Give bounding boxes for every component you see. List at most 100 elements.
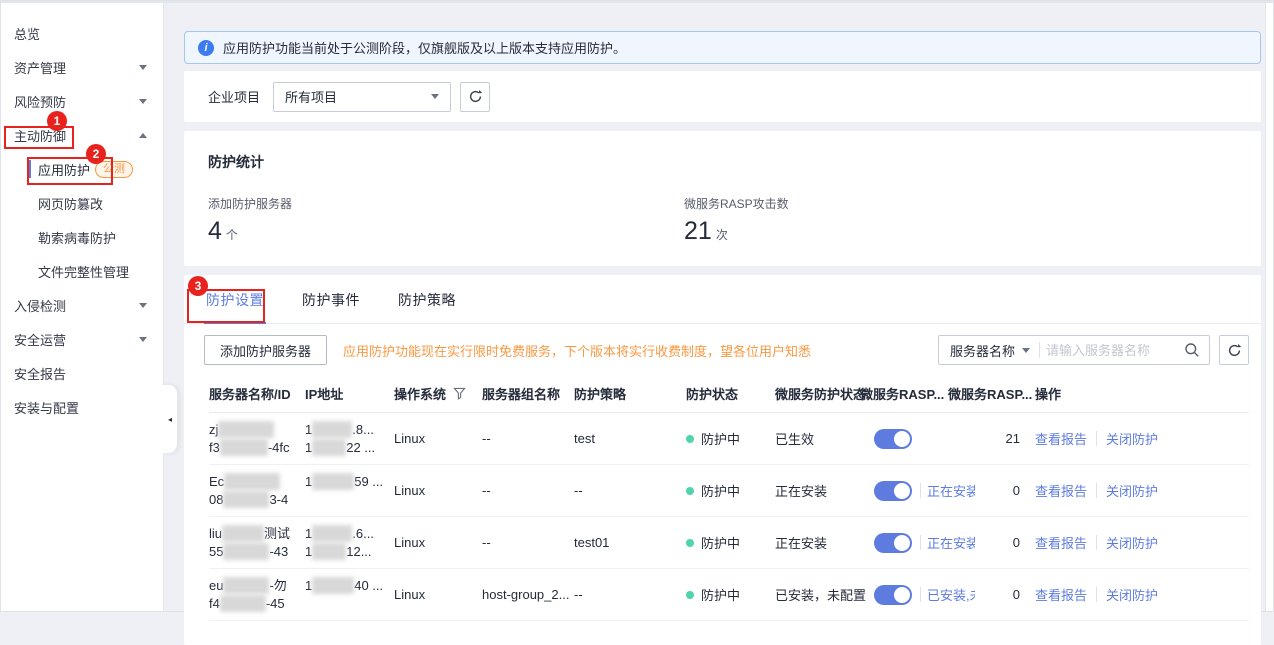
server-table: 服务器名称/ID IP地址 操作系统 服务器组名称 防护策略 防护状态 微服务防… (184, 375, 1261, 621)
search-box: 服务器名称 (938, 335, 1210, 365)
text-fragment: Ec (209, 474, 224, 489)
redacted-blur (220, 595, 266, 612)
text-fragment: 12... (346, 544, 371, 559)
divider (920, 535, 921, 550)
sidebar-item-intrusion-detection[interactable]: 入侵检测 (1, 288, 163, 322)
sidebar-item-asset-management[interactable]: 资产管理 (1, 50, 163, 84)
rasp-toggle[interactable] (874, 481, 912, 501)
rasp-toggle[interactable] (874, 533, 912, 553)
sidebar-item-security-report[interactable]: 安全报告 (1, 356, 163, 390)
search-category-value: 服务器名称 (950, 341, 1015, 360)
divider (1096, 431, 1097, 446)
search-input[interactable] (1040, 343, 1184, 358)
cell-actions: 查看报告 关闭防护 (1035, 533, 1249, 552)
text-fragment: 测试 (264, 526, 290, 541)
view-report-link[interactable]: 查看报告 (1035, 585, 1087, 604)
text-fragment: .6... (352, 526, 374, 541)
redacted-blur (223, 543, 269, 560)
disable-protection-link[interactable]: 关闭防护 (1106, 481, 1158, 500)
cell-rasp-toggle (860, 429, 948, 449)
cell-server-name: eu-勿 f4-45 (209, 577, 305, 613)
project-refresh-button[interactable] (460, 82, 490, 112)
cell-ms-protection-status: 已安装，未配置 (775, 585, 860, 604)
cell-os: Linux (394, 431, 482, 446)
text-fragment: 3-4 (269, 492, 288, 507)
sidebar-item-label: 网页防篡改 (38, 194, 103, 213)
cell-server-group: -- (482, 535, 574, 550)
sidebar-item-label: 总览 (14, 24, 40, 43)
sidebar-item-risk-prevention[interactable]: 风险预防 (1, 84, 163, 118)
stat-label: 微服务RASP攻击数 (684, 195, 789, 212)
tab-protection-events[interactable]: 防护事件 (300, 288, 362, 323)
project-select[interactable]: 所有项目 (273, 82, 451, 112)
rasp-toggle[interactable] (874, 585, 912, 605)
main-content: i 应用防护功能当前处于公测阶段，仅旗舰版及以上版本支持应用防护。 企业项目 所… (164, 3, 1265, 611)
table-row-2: Ec 083-4 159 ... Linux -- -- 防护中 正在安装 正在… (209, 465, 1249, 517)
col-os: 操作系统 (394, 384, 482, 403)
page: { "sidebar": { "items": [ { "name": "ove… (0, 0, 1274, 612)
cell-policy: test (574, 431, 686, 446)
sidebar-item-app-protection[interactable]: 应用防护公测 (1, 152, 163, 186)
sidebar-item-ransomware-protection[interactable]: 勒索病毒防护 (1, 220, 163, 254)
cell-ms-protection-status: 已生效 (775, 429, 860, 448)
scrollbar-gutter[interactable] (1265, 3, 1273, 611)
status-label: 防护中 (701, 585, 740, 604)
sidebar-item-web-tamper-protection[interactable]: 网页防篡改 (1, 186, 163, 220)
view-report-link[interactable]: 查看报告 (1035, 481, 1087, 500)
cell-ms-protection-status: 正在安装 (775, 481, 860, 500)
text-fragment: zj (209, 422, 218, 437)
rasp-toggle[interactable] (874, 429, 912, 449)
text-fragment: 40 ... (354, 578, 383, 593)
cell-server-name: Ec 083-4 (209, 473, 305, 509)
cell-os: Linux (394, 535, 482, 550)
search-icon[interactable] (1184, 342, 1200, 358)
cell-ms-protection-status: 正在安装 (775, 533, 860, 552)
cell-ip: 140 ... (305, 577, 394, 613)
sidebar-item-installation-config[interactable]: 安装与配置 (1, 390, 163, 424)
disable-protection-link[interactable]: 关闭防护 (1106, 533, 1158, 552)
toggle-knob (894, 587, 910, 603)
search-category-select[interactable]: 服务器名称 (939, 341, 1039, 360)
redacted-blur (223, 577, 269, 594)
text-fragment: 59 ... (354, 474, 383, 489)
add-server-button[interactable]: 添加防护服务器 (204, 335, 327, 365)
sidebar-item-file-integrity-management[interactable]: 文件完整性管理 (1, 254, 163, 288)
divider (920, 483, 921, 498)
refresh-icon (1227, 343, 1242, 358)
text-fragment: -45 (266, 596, 285, 611)
view-report-link[interactable]: 查看报告 (1035, 533, 1087, 552)
filter-icon[interactable] (453, 387, 466, 400)
cell-os: Linux (394, 483, 482, 498)
protection-table-card: 防护设置防护事件防护策略 添加防护服务器 应用防护功能现在实行限时免费服务，下个… (184, 275, 1261, 645)
text-fragment: 1 (305, 474, 312, 489)
sidebar-collapse-handle[interactable]: ◂ (163, 384, 178, 454)
tab-protection-policies[interactable]: 防护策略 (396, 288, 458, 323)
disable-protection-link[interactable]: 关闭防护 (1106, 429, 1158, 448)
disable-protection-link[interactable]: 关闭防护 (1106, 585, 1158, 604)
text-fragment: -43 (269, 544, 288, 559)
stats-row: 添加防护服务器 4个 微服务RASP攻击数 21次 (208, 195, 1237, 246)
sidebar-item-security-operations[interactable]: 安全运营 (1, 322, 163, 356)
info-banner: i 应用防护功能当前处于公测阶段，仅旗舰版及以上版本支持应用防护。 (184, 31, 1261, 64)
top-divider (1, 1, 1273, 3)
col-server-group: 服务器组名称 (482, 384, 574, 403)
sidebar-item-proactive-defense[interactable]: 主动防御 (1, 118, 163, 152)
protection-stats-card: 防护统计 添加防护服务器 4个 微服务RASP攻击数 21次 (184, 131, 1261, 266)
tab-protection-settings[interactable]: 防护设置 (204, 288, 266, 324)
table-row-1: zj f3-4fc 1.8... 122 ... Linux -- test 防… (209, 413, 1249, 465)
view-report-link[interactable]: 查看报告 (1035, 429, 1087, 448)
collapse-left-icon: ◂ (168, 415, 172, 424)
col-policy: 防护策略 (574, 384, 686, 403)
stat-label: 添加防护服务器 (208, 195, 684, 212)
sidebar-item-overview[interactable]: 总览 (1, 16, 163, 50)
info-banner-text: 应用防护功能当前处于公测阶段，仅旗舰版及以上版本支持应用防护。 (223, 38, 626, 57)
table-refresh-button[interactable] (1219, 335, 1249, 365)
text-fragment: 22 ... (346, 440, 375, 455)
text-fragment: .8... (352, 422, 374, 437)
text-fragment: liu (209, 526, 222, 541)
cell-rasp-count: 0 (948, 535, 1035, 550)
cell-protection-status: 防护中 (686, 533, 775, 552)
cell-ip: 1.8... 122 ... (305, 421, 394, 457)
cell-rasp-count: 21 (948, 431, 1035, 446)
toolbar: 添加防护服务器 应用防护功能现在实行限时免费服务，下个版本将实行收费制度，望各位… (184, 324, 1261, 375)
